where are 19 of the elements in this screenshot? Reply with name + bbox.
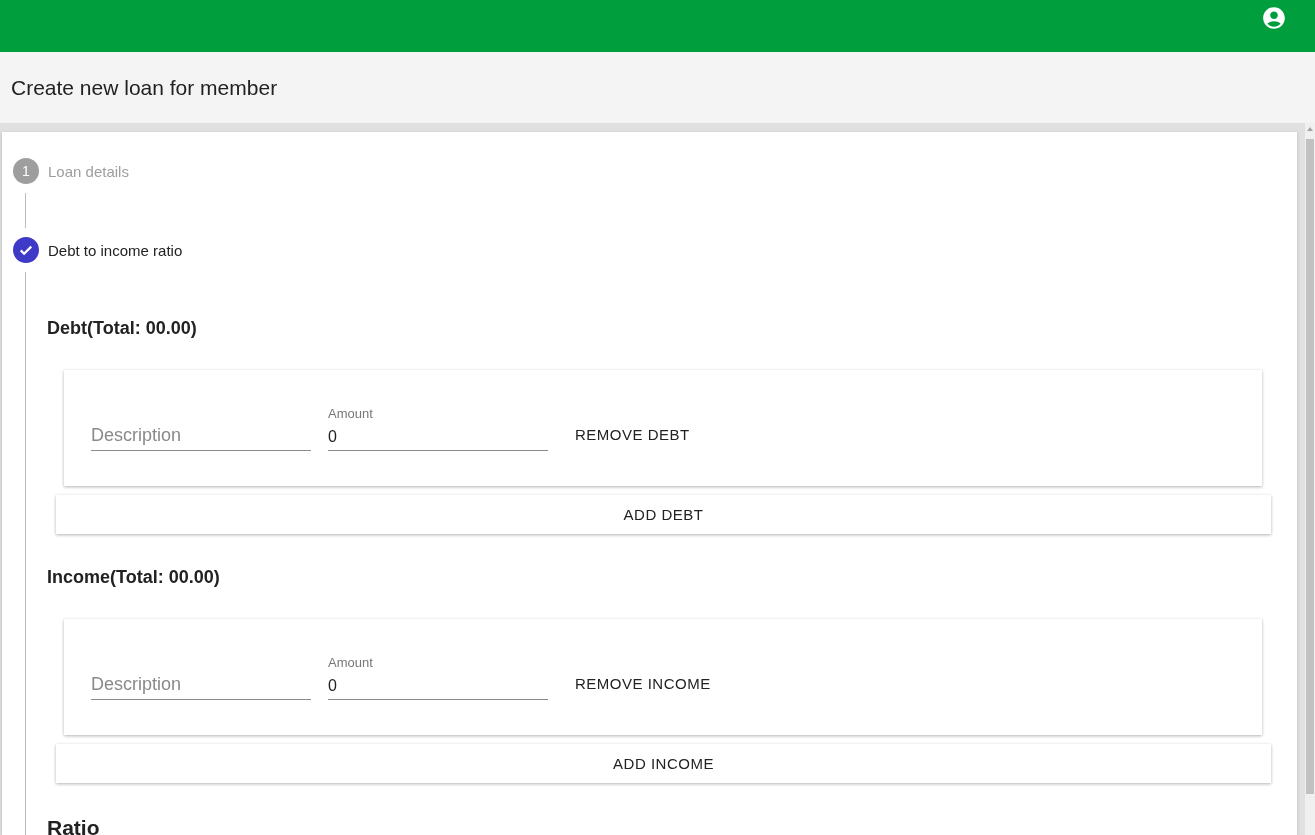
step-label[interactable]: Debt to income ratio	[48, 241, 183, 259]
page-title: Create new loan for member	[11, 75, 278, 100]
description-field[interactable]: Description	[91, 425, 311, 451]
field-label: Amount	[328, 655, 374, 670]
section-heading: Income(Total: 00.00)	[47, 567, 221, 587]
account-icon	[1261, 5, 1287, 31]
section-heading: Debt(Total: 00.00)	[47, 318, 198, 338]
section-heading: Ratio	[47, 816, 101, 835]
remove-button[interactable]: REMOVE INCOME	[565, 668, 721, 698]
description-field[interactable]: Description	[91, 674, 311, 700]
remove-button[interactable]: REMOVE DEBT	[565, 419, 700, 449]
field-label: Amount	[328, 406, 374, 421]
add-button[interactable]: ADD INCOME	[56, 744, 1271, 783]
add-button[interactable]: ADD DEBT	[56, 495, 1271, 534]
scrollbar[interactable]	[1305, 123, 1315, 835]
step-number: 1	[13, 158, 39, 184]
amount-field[interactable]: 0	[328, 677, 548, 700]
amount-field[interactable]: 0	[328, 428, 548, 451]
account-button[interactable]	[1261, 5, 1287, 31]
